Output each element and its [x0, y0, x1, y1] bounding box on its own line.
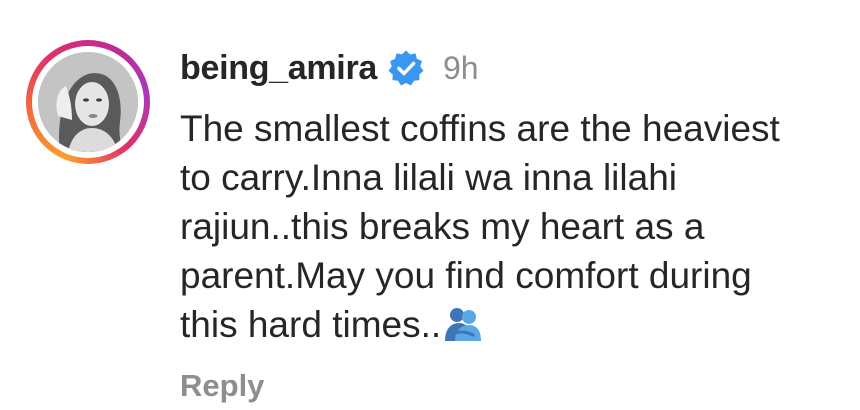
- avatar[interactable]: [38, 52, 138, 152]
- comment-line: to carry.Inna lilali wa inna lilahi: [180, 157, 677, 198]
- verified-badge-icon: [387, 49, 425, 87]
- comment-line: this hard times..: [180, 304, 442, 345]
- comment-line: The smallest coffins are the heaviest: [180, 108, 780, 149]
- comment-body: The smallest coffins are the heaviest to…: [180, 104, 850, 349]
- username-link[interactable]: being_amira: [180, 49, 377, 88]
- people-hugging-emoji: [443, 305, 483, 343]
- comment-line: parent.May you find comfort during: [180, 255, 752, 296]
- comment-line: rajiun..this breaks my heart as a: [180, 206, 705, 247]
- avatar-photo: [38, 52, 138, 152]
- comment-timestamp: 9h: [443, 49, 479, 86]
- comment-header: being_amira 9h: [180, 40, 479, 96]
- reply-button[interactable]: Reply: [180, 368, 264, 404]
- comment-item: being_amira 9h The smallest coffins are …: [0, 0, 860, 410]
- story-ring[interactable]: [26, 40, 150, 164]
